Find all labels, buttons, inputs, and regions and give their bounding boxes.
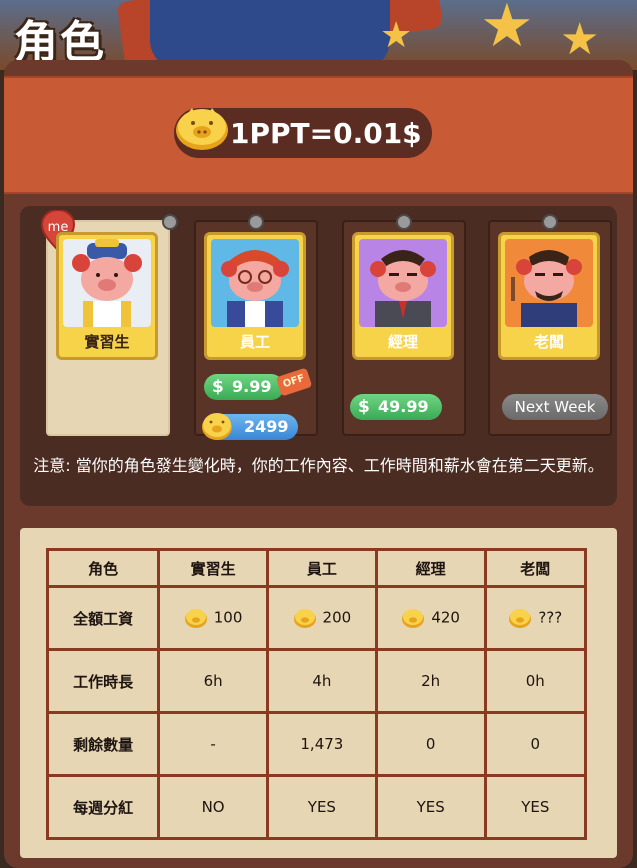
intern-portrait: [63, 239, 151, 327]
employee-portrait: [211, 239, 299, 327]
table-header: 實習生: [157, 548, 269, 588]
pig-coin-icon: [184, 609, 207, 628]
exchange-rate-bar: 1PPT=0.01$: [4, 76, 633, 194]
role-card-boss[interactable]: 老闆 Next Week: [488, 214, 612, 436]
role-label: 老闆: [533, 333, 564, 351]
pin-icon: [248, 214, 264, 230]
table-cell: 420: [374, 585, 487, 651]
table-cell: YES: [265, 774, 378, 840]
table-row: 全額工資 100 200 420 ???: [45, 585, 588, 651]
pig-coin-icon: [402, 609, 425, 628]
role-comparison-table: 角色 實習生 員工 經理 老闆 全額工資 100 200 420 ??? 工作時…: [20, 528, 617, 858]
pig-coin-icon: [202, 413, 232, 440]
portrait-frame: 實習生: [56, 232, 158, 360]
buy-usd-button[interactable]: $ 9.99: [204, 374, 284, 400]
table-row: 每週分紅 NO YES YES YES: [45, 774, 588, 840]
pig-coin-icon: [176, 108, 228, 150]
table-cell: 200: [265, 585, 378, 651]
table-cell: 0: [374, 711, 487, 777]
portrait-frame: 經理: [352, 232, 454, 360]
table-header: 員工: [265, 548, 378, 588]
pin-icon: [542, 214, 558, 230]
exchange-rate-text: 1PPT=0.01$: [230, 117, 422, 150]
table-cell: -: [157, 711, 269, 777]
buy-coin-button[interactable]: 2499: [202, 413, 298, 440]
table-cell: 100: [157, 585, 269, 651]
dollar-icon: $: [212, 377, 224, 397]
role-label: 員工: [239, 333, 270, 351]
star-icon: ★: [380, 15, 413, 56]
off-tag: OFF: [275, 367, 313, 397]
portrait-frame: 員工: [204, 232, 306, 360]
dollar-icon: $: [358, 397, 370, 417]
table-header: 老闆: [483, 548, 588, 588]
role-label: 經理: [387, 333, 418, 351]
row-label: 剩餘數量: [45, 711, 161, 777]
table-cell: 0h: [483, 648, 588, 714]
table-cell: 1,473: [265, 711, 378, 777]
roles-panel: me 實習生 員工 $ 9.99 OFF 2499 經理 $ 49.99 老闆 …: [20, 206, 617, 506]
star-icon: ★: [480, 0, 534, 61]
table-cell: YES: [483, 774, 588, 840]
table-cell: ???: [483, 585, 588, 651]
portrait-frame: 老闆: [498, 232, 600, 360]
role-card-employee[interactable]: 員工 $ 9.99 OFF 2499: [194, 214, 318, 440]
table-row: 工作時長 6h 4h 2h 0h: [45, 648, 588, 714]
table-cell: 2h: [374, 648, 487, 714]
table-row: 剩餘數量 - 1,473 0 0: [45, 711, 588, 777]
boss-portrait: [505, 239, 593, 327]
pin-icon: [396, 214, 412, 230]
manager-portrait: [359, 239, 447, 327]
pig-coin-icon: [509, 609, 532, 628]
row-label: 工作時長: [45, 648, 161, 714]
row-label: 全額工資: [45, 585, 161, 651]
role-label: 實習生: [84, 333, 130, 351]
role-card-intern[interactable]: me 實習生: [40, 210, 178, 436]
table-cell: YES: [374, 774, 487, 840]
buy-usd-button[interactable]: $ 49.99: [350, 394, 442, 420]
table-cell: 0: [483, 711, 588, 777]
exchange-rate-pill: 1PPT=0.01$: [174, 108, 432, 158]
table-cell: 6h: [157, 648, 269, 714]
table-cell: 4h: [265, 648, 378, 714]
role-card-manager[interactable]: 經理 $ 49.99: [342, 214, 466, 436]
table-header-row: 角色 實習生 員工 經理 老闆: [45, 548, 588, 588]
pig-coin-icon: [293, 609, 316, 628]
row-label: 每週分紅: [45, 774, 161, 840]
table-header: 經理: [374, 548, 487, 588]
pin-icon: [162, 214, 178, 230]
next-week-button[interactable]: Next Week: [502, 394, 608, 420]
table-cell: NO: [157, 774, 269, 840]
role-change-note: 注意: 當你的角色發生變化時，你的工作內容、工作時間和薪水會在第二天更新。: [33, 456, 604, 475]
table-header: 角色: [45, 548, 161, 588]
main-panel: 1PPT=0.01$ me 實習生 員工 $ 9.99 OFF 2499 經理 …: [4, 60, 633, 868]
